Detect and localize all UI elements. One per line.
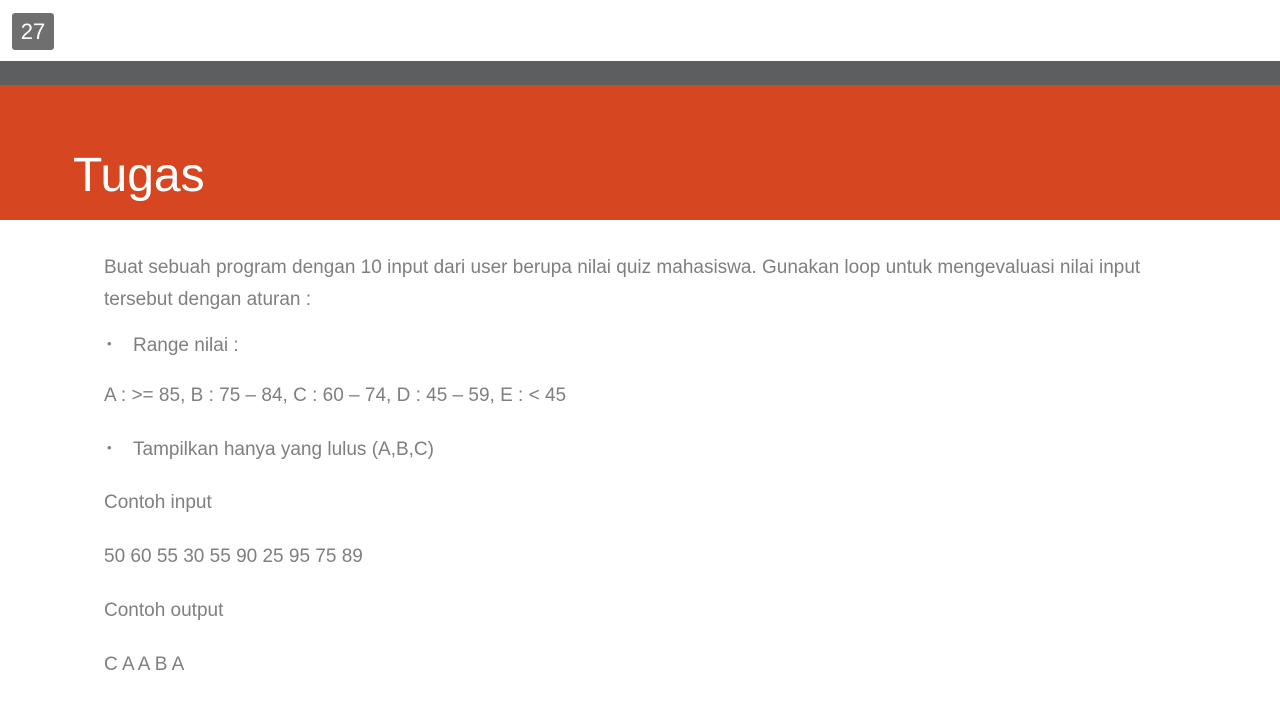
slide-title: Tugas [73, 149, 205, 202]
bullet-text: Range nilai : [133, 335, 239, 356]
bullet-item: • Range nilai : [104, 330, 1164, 362]
slide: 27 Tugas Buat sebuah program dengan 10 i… [0, 0, 1280, 720]
example-output-label: Contoh output [104, 600, 224, 621]
slide-content: Buat sebuah program dengan 10 input dari… [104, 252, 1164, 681]
intro-paragraph: Buat sebuah program dengan 10 input dari… [104, 257, 1141, 310]
page-number-badge: 27 [12, 13, 54, 50]
example-input-value: 50 60 55 30 55 90 25 95 75 89 [104, 546, 363, 567]
example-input-label: Contoh input [104, 492, 212, 513]
bullet-icon: • [107, 440, 112, 455]
bullet-text: Tampilkan hanya yang lulus (A,B,C) [133, 439, 434, 460]
bullet-icon: • [107, 336, 112, 351]
example-output-value: C A A B A [104, 654, 185, 675]
header-dark-band [0, 61, 1280, 85]
bullet-item: • Tampilkan hanya yang lulus (A,B,C) [104, 434, 1164, 466]
range-text: A : >= 85, B : 75 – 84, C : 60 – 74, D :… [104, 385, 567, 406]
